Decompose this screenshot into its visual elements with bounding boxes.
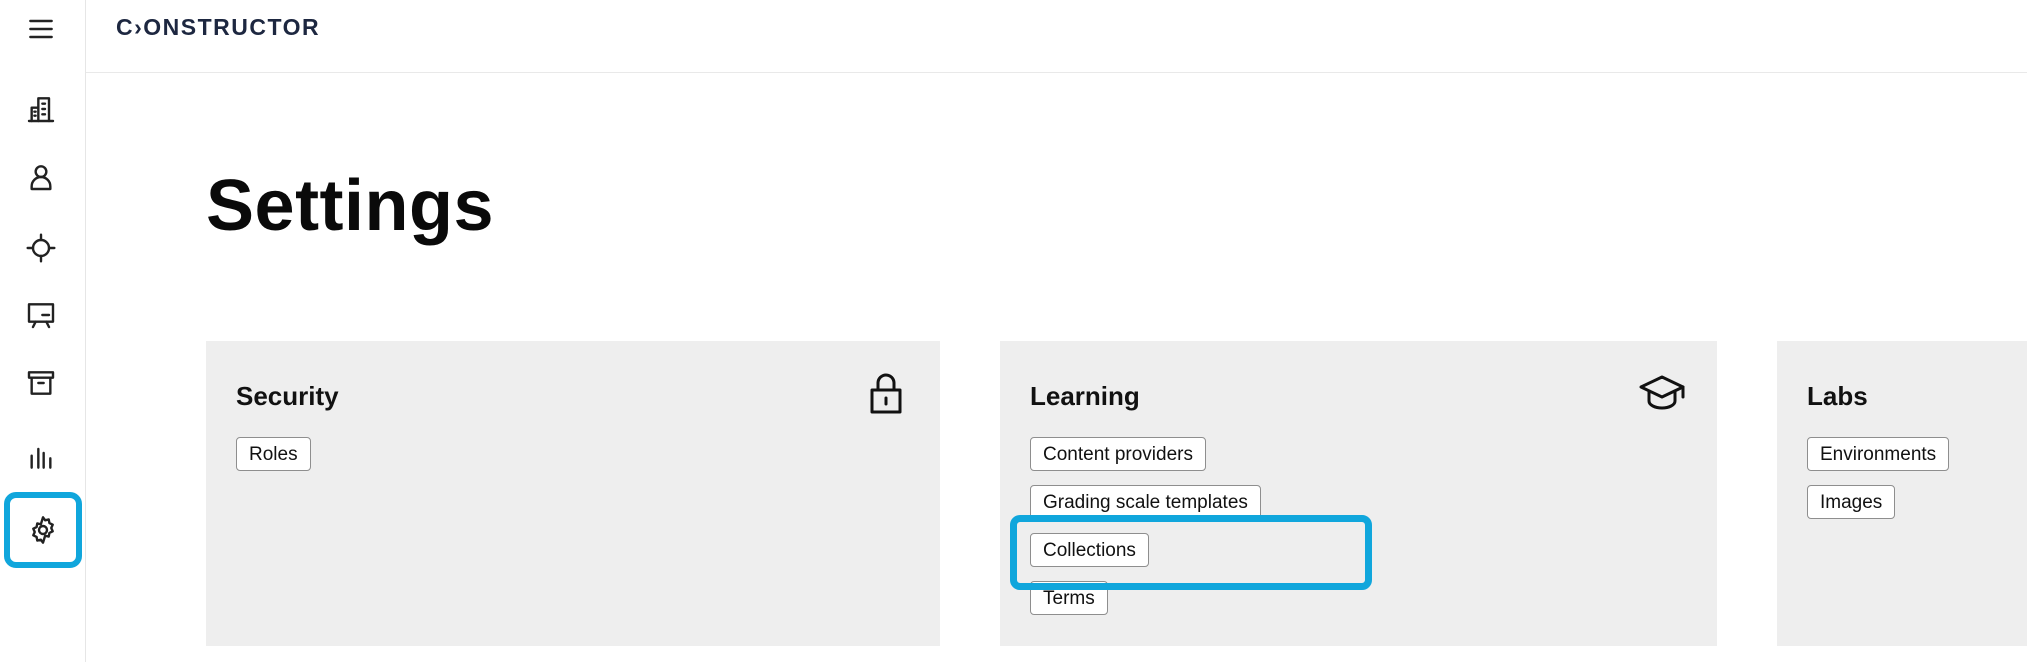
lock-icon [862,369,910,417]
app-logo[interactable]: C›ONSTRUCTOR [116,14,320,41]
security-card-title: Security [236,381,339,411]
gear-icon[interactable] [4,492,82,568]
collections-link[interactable]: Collections [1030,533,1149,567]
labs-card: Labs Environments Images [1777,341,2027,646]
bar-chart-icon[interactable] [14,430,68,484]
terms-link[interactable]: Terms [1030,581,1108,615]
building-icon[interactable] [14,82,68,136]
page-title: Settings [206,166,495,246]
user-icon[interactable] [14,150,68,204]
content-providers-link[interactable]: Content providers [1030,437,1206,471]
learning-card-title: Learning [1030,381,1140,411]
graduation-cap-icon [1638,369,1686,417]
images-link[interactable]: Images [1807,485,1896,519]
sidebar [0,0,86,662]
roles-link[interactable]: Roles [236,437,311,471]
presentation-board-icon[interactable] [14,288,68,342]
labs-card-title: Labs [1807,381,1868,411]
grading-scale-templates-link[interactable]: Grading scale templates [1030,485,1261,519]
archive-box-icon[interactable] [14,356,68,410]
top-bar: C›ONSTRUCTOR [86,0,2027,73]
crosshair-icon[interactable] [14,221,68,275]
security-card: Security Roles [206,341,940,646]
learning-card: Learning Content providers Grading scale… [1000,341,1717,646]
hamburger-menu-icon[interactable] [14,2,68,56]
environments-link[interactable]: Environments [1807,437,1950,471]
